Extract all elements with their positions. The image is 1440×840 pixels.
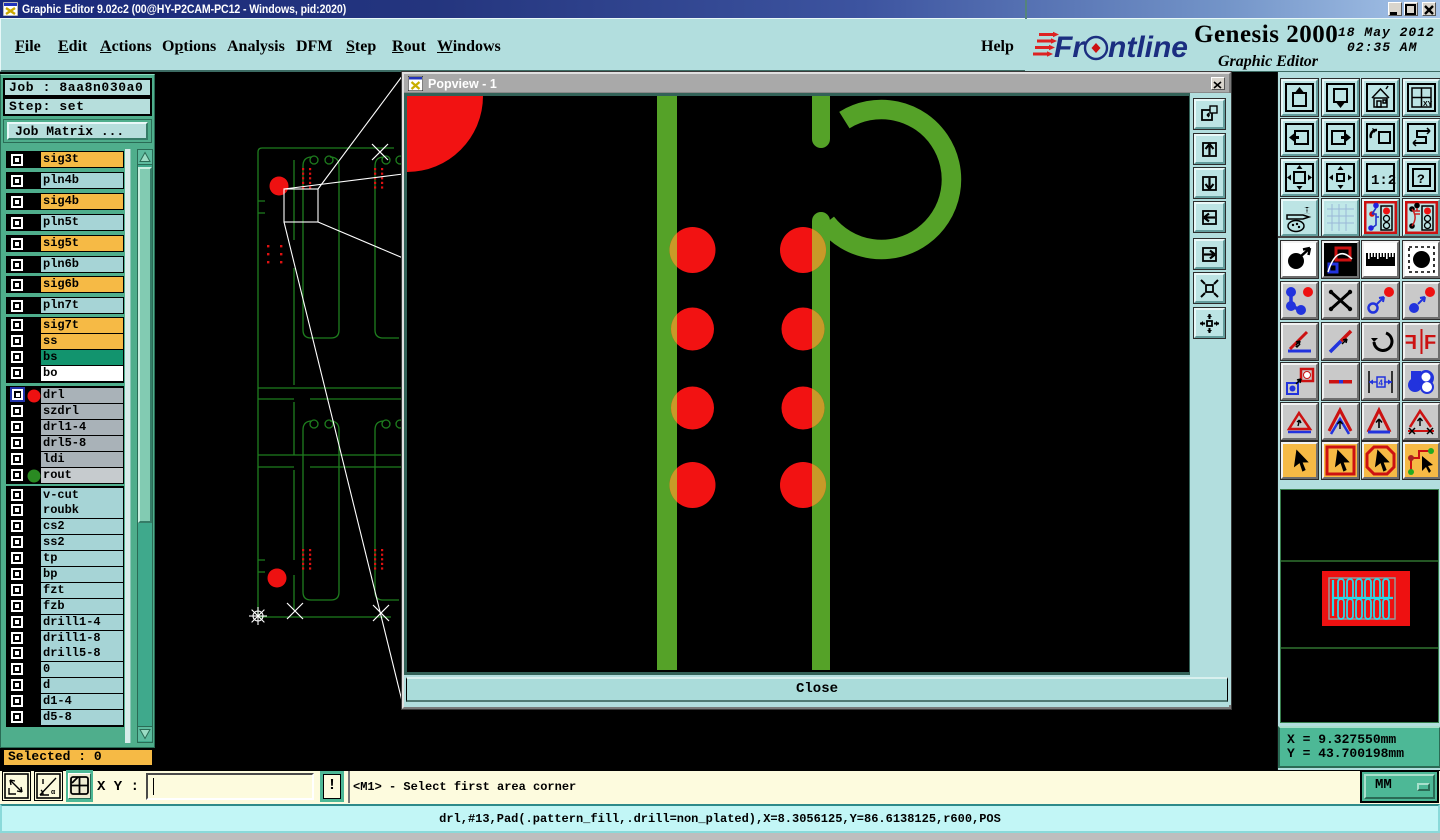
svg-text:Fr: Fr bbox=[1054, 31, 1086, 64]
svg-text:1:2: 1:2 bbox=[1371, 173, 1396, 189]
svg-text:F: F bbox=[1405, 332, 1417, 354]
svg-text:XY: XY bbox=[1423, 101, 1433, 108]
svg-text:ntline: ntline bbox=[1108, 31, 1188, 64]
svg-text:4: 4 bbox=[1379, 378, 1384, 387]
svg-text:α: α bbox=[51, 789, 56, 797]
svg-text:?: ? bbox=[1417, 172, 1425, 187]
svg-text:F: F bbox=[1424, 332, 1436, 354]
